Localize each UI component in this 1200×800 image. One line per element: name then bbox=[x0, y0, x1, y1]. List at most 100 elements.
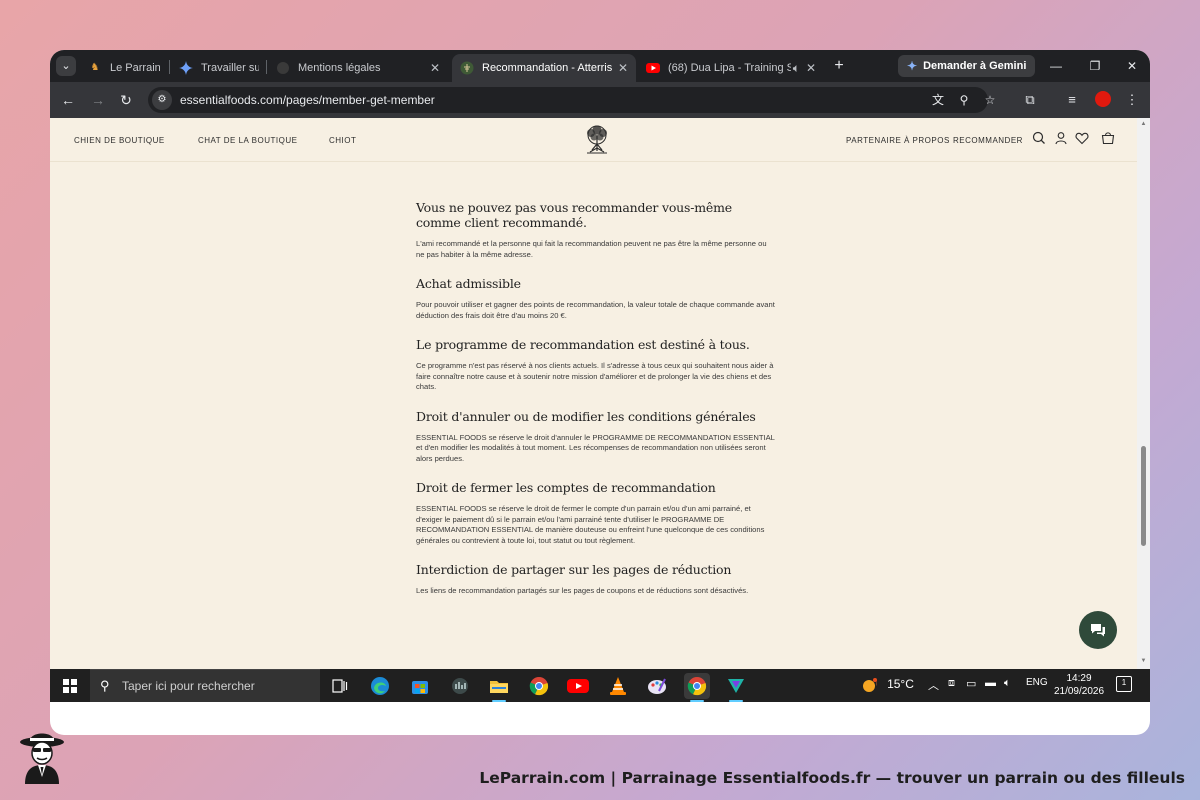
show-hidden-icons-icon[interactable]: ︿ bbox=[928, 677, 939, 693]
wishlist-heart-icon[interactable] bbox=[1074, 130, 1090, 146]
windows-start-icon[interactable] bbox=[63, 679, 77, 693]
terms-section: Achat admissible Pour pouvoir utiliser e… bbox=[416, 276, 776, 321]
chrome-active-icon[interactable] bbox=[684, 673, 710, 702]
tab-le-parrain[interactable]: ♞ Le Parrain - L bbox=[80, 54, 168, 82]
close-icon[interactable]: ✕ bbox=[618, 61, 628, 75]
section-heading: Vous ne pouvez pas vous recommander vous… bbox=[416, 200, 732, 230]
close-icon[interactable]: ✕ bbox=[430, 61, 440, 75]
network-icon[interactable]: ▭ bbox=[966, 677, 976, 690]
profile-avatar[interactable] bbox=[1095, 91, 1111, 107]
parrain-favicon-icon: ♞ bbox=[90, 62, 100, 73]
url-text[interactable]: essentialfoods.com/pages/member-get-memb… bbox=[180, 93, 435, 107]
tab-separator bbox=[169, 60, 170, 74]
tab-search-button[interactable]: ⌄ bbox=[56, 56, 76, 76]
cart-icon[interactable] bbox=[1100, 130, 1116, 146]
tab-mentions-legales[interactable]: Mentions légales ✕ bbox=[268, 54, 448, 82]
account-icon[interactable] bbox=[1053, 130, 1069, 146]
weather-widget[interactable]: 15°C bbox=[860, 675, 914, 695]
translate-icon[interactable]: 文 bbox=[928, 90, 948, 110]
notification-center-icon[interactable]: 1 bbox=[1116, 676, 1132, 692]
chat-widget-button[interactable] bbox=[1079, 611, 1117, 649]
nav-a-propos[interactable]: À PROPOS bbox=[904, 136, 950, 145]
section-body: ESSENTIAL FOODS se réserve le droit d'an… bbox=[416, 432, 775, 463]
nav-chien-de-boutique[interactable]: CHIEN DE BOUTIQUE bbox=[74, 136, 165, 145]
section-heading: Droit d'annuler ou de modifier les condi… bbox=[416, 408, 756, 424]
teal-app-icon[interactable] bbox=[723, 673, 749, 702]
scroll-down-icon[interactable]: ▼ bbox=[1140, 658, 1147, 664]
section-body: L'ami recommandé et la personne qui fait… bbox=[416, 239, 767, 259]
close-icon[interactable]: ✕ bbox=[806, 61, 816, 75]
dark-app-icon[interactable] bbox=[447, 673, 473, 699]
meet-now-icon[interactable]: ⧈ bbox=[948, 677, 955, 690]
paint-icon[interactable] bbox=[644, 673, 670, 699]
tab-title: Recommandation - Atterrissag bbox=[482, 62, 612, 74]
chat-icon bbox=[1091, 624, 1105, 637]
media-controls-icon[interactable]: ≡ bbox=[1062, 90, 1082, 110]
volume-icon[interactable]: 🔈︎ bbox=[1004, 677, 1011, 690]
nav-recommander[interactable]: RECOMMANDER bbox=[953, 136, 1023, 145]
microsoft-store-icon[interactable] bbox=[407, 673, 433, 699]
scrollbar-thumb[interactable] bbox=[1141, 446, 1146, 546]
speaker-icon[interactable]: 🔈︎ bbox=[793, 61, 800, 76]
terms-section: Droit de fermer les comptes de recommand… bbox=[416, 480, 776, 546]
section-body: ESSENTIAL FOODS se réserve le droit de f… bbox=[416, 504, 765, 545]
task-view-icon[interactable] bbox=[327, 673, 353, 699]
extensions-icon[interactable]: ⧉ bbox=[1020, 90, 1040, 110]
nav-partenaire[interactable]: PARTENAIRE bbox=[846, 136, 901, 145]
site-info-icon[interactable]: ⚙ bbox=[152, 90, 172, 110]
essential-foods-logo[interactable] bbox=[582, 124, 612, 156]
tab-title: Le Parrain - L bbox=[110, 62, 160, 74]
taskbar-clock[interactable]: 14:29 21/09/2026 bbox=[1050, 672, 1108, 698]
back-icon[interactable]: ← bbox=[58, 90, 78, 110]
terms-section: Interdiction de partager sur les pages d… bbox=[416, 562, 776, 597]
new-tab-button[interactable]: + bbox=[830, 56, 848, 76]
tab-travailler[interactable]: Travailler sur bbox=[171, 54, 267, 82]
browser-tab-strip: ⌄ ♞ Le Parrain - L Travailler sur Mentio… bbox=[50, 50, 1150, 82]
browser-toolbar: ← → ↻ ⚙ essentialfoods.com/pages/member-… bbox=[50, 82, 1150, 118]
edge-icon[interactable] bbox=[367, 673, 393, 699]
youtube-icon[interactable] bbox=[565, 673, 591, 699]
file-explorer-icon[interactable] bbox=[486, 673, 512, 702]
terms-section: Le programme de recommandation est desti… bbox=[416, 337, 776, 393]
gemini-favicon-icon bbox=[179, 61, 193, 75]
taskbar-search-placeholder: Taper ici pour rechercher bbox=[122, 679, 255, 693]
minimize-icon[interactable]: — bbox=[1046, 56, 1066, 76]
tab-separator bbox=[266, 60, 267, 74]
essentialfoods-favicon-icon bbox=[276, 61, 290, 75]
page-scrollbar[interactable]: ▲ ▼ bbox=[1137, 118, 1150, 669]
weather-sun-icon bbox=[863, 678, 878, 692]
ask-gemini-button[interactable]: ✦ Demander à Gemini bbox=[898, 55, 1036, 77]
zoom-icon[interactable]: ⚲ bbox=[954, 90, 974, 110]
section-body: Ce programme n'est pas réservé à nos cli… bbox=[416, 361, 774, 391]
taskbar-search-box[interactable]: ⚲ Taper ici pour rechercher bbox=[90, 669, 320, 702]
forward-icon[interactable]: → bbox=[88, 90, 108, 110]
more-menu-icon[interactable]: ⋮ bbox=[1122, 90, 1142, 110]
weather-temperature: 15°C bbox=[887, 676, 914, 691]
section-heading: Droit de fermer les comptes de recommand… bbox=[416, 480, 716, 495]
gemini-icon: ✦ bbox=[907, 59, 918, 73]
reload-icon[interactable]: ↻ bbox=[116, 90, 136, 110]
bookmark-star-icon[interactable]: ☆ bbox=[980, 90, 1000, 110]
restore-icon[interactable]: ❐ bbox=[1085, 56, 1105, 76]
window-close-icon[interactable]: ✕ bbox=[1122, 56, 1142, 76]
vlc-icon[interactable] bbox=[605, 673, 631, 699]
nav-chat-de-la-boutique[interactable]: CHAT DE LA BOUTIQUE bbox=[198, 136, 297, 145]
chrome-icon[interactable] bbox=[526, 673, 552, 699]
address-bar[interactable]: ⚙ essentialfoods.com/pages/member-get-me… bbox=[148, 87, 995, 113]
scroll-up-icon[interactable]: ▲ bbox=[1140, 121, 1147, 127]
section-body: Pour pouvoir utiliser et gagner des poin… bbox=[416, 300, 775, 320]
nav-chiot[interactable]: CHIOT bbox=[329, 136, 356, 145]
language-indicator[interactable]: ENG bbox=[1026, 677, 1048, 688]
terms-section: Vous ne pouvez pas vous recommander vous… bbox=[416, 200, 776, 260]
youtube-favicon-icon bbox=[646, 61, 660, 75]
clock-date: 21/09/2026 bbox=[1053, 686, 1105, 697]
gemini-button-label: Demander à Gemini bbox=[923, 60, 1027, 72]
tab-title: Mentions légales bbox=[298, 62, 381, 74]
search-icon[interactable] bbox=[1031, 130, 1047, 146]
notification-count: 1 bbox=[1121, 678, 1127, 687]
tab-dua-lipa[interactable]: (68) Dua Lipa - Training Se 🔈︎ ✕ bbox=[638, 54, 824, 82]
section-heading: Le programme de recommandation est desti… bbox=[416, 337, 750, 352]
tab-recommandation[interactable]: Recommandation - Atterrissag ✕ bbox=[452, 54, 636, 82]
battery-icon[interactable]: ▬ bbox=[985, 677, 996, 689]
footer-caption: LeParrain.com | Parrainage Essentialfood… bbox=[479, 769, 1185, 787]
